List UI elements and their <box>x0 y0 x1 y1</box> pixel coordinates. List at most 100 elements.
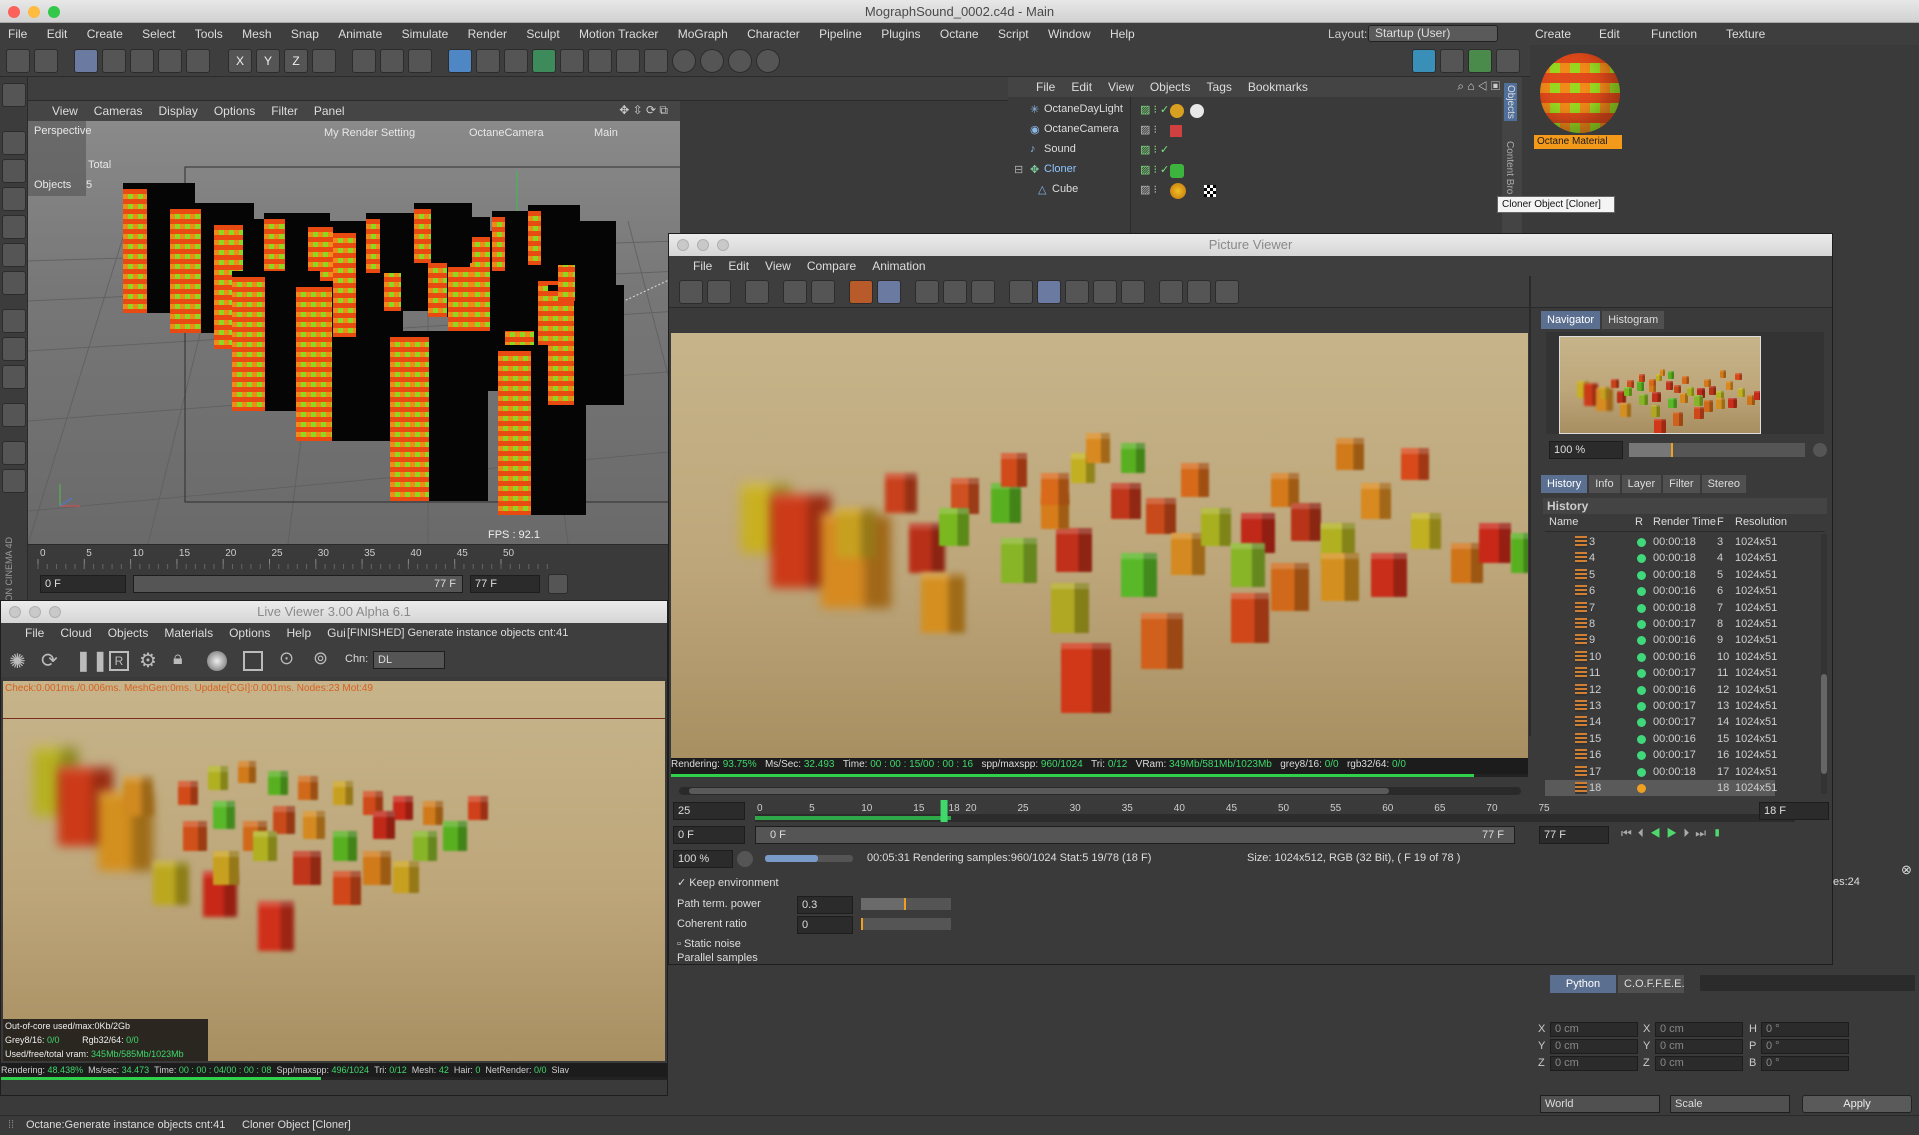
pv-range-slider[interactable]: 0 F 77 F <box>755 826 1515 844</box>
layout-save-icon[interactable] <box>1496 49 1520 73</box>
timeline-range-slider[interactable]: 77 F <box>133 575 463 593</box>
history-row[interactable]: 13 00:00:17 13 1024x51 <box>1545 698 1777 714</box>
pv-play-icon[interactable]: ▶ <box>1667 826 1684 840</box>
pv-last-frame-icon[interactable]: ⏭ <box>1695 826 1712 840</box>
lv-menu-help[interactable]: Help <box>278 623 319 643</box>
history-row[interactable]: 18 18 1024x51 <box>1545 780 1777 796</box>
lv-lock-icon[interactable]: 🔒︎ <box>173 648 183 669</box>
coordinate-field[interactable]: 0 cm <box>1655 1056 1743 1071</box>
objects-menu-view[interactable]: View <box>1100 77 1142 97</box>
pv-fps-field[interactable]: 25 <box>673 802 745 820</box>
pv-set-a-icon[interactable] <box>1093 280 1117 304</box>
lv-zoom-button[interactable] <box>49 606 61 618</box>
object-row-camera[interactable]: ◉ OctaneCamera ▨ ⁝ <box>1008 123 1502 141</box>
coordinate-field[interactable]: 0 cm <box>1550 1056 1638 1071</box>
pv-cleanup-icon[interactable] <box>971 280 995 304</box>
light-icon[interactable] <box>644 49 668 73</box>
history-row[interactable]: 3 00:00:18 3 1024x51 <box>1545 534 1777 550</box>
pv-end-field[interactable]: 77 F <box>1539 826 1609 844</box>
tab-filter[interactable]: Filter <box>1663 475 1700 493</box>
pv-split-icon[interactable] <box>1037 280 1061 304</box>
path-term-slider[interactable] <box>861 898 951 910</box>
navigator-zoom-slider[interactable] <box>1629 443 1805 457</box>
last-tool-icon[interactable] <box>186 49 210 73</box>
polygons-mode-icon[interactable] <box>2 271 26 295</box>
pv-region-icon[interactable] <box>783 280 807 304</box>
material-menu-texture[interactable]: Texture <box>1718 23 1773 45</box>
menu-octane[interactable]: Octane <box>932 23 987 45</box>
menu-create[interactable]: Create <box>79 23 131 45</box>
snap-toggle-icon[interactable] <box>2 365 26 389</box>
tab-python[interactable]: Python <box>1550 975 1616 993</box>
navigator-zoom-arrow-icon[interactable] <box>1813 443 1827 457</box>
col-f[interactable]: F <box>1717 516 1724 528</box>
object-visibility-icon[interactable]: ▨ ⁝ ✓ <box>1140 103 1169 116</box>
history-row[interactable]: 17 00:00:18 17 1024x51 <box>1545 764 1777 780</box>
col-resolution[interactable]: Resolution <box>1735 516 1787 528</box>
lv-restart-icon[interactable]: ⟳ <box>41 648 58 673</box>
menu-motion-tracker[interactable]: Motion Tracker <box>571 23 666 45</box>
coordinate-field[interactable]: 0 ° <box>1761 1022 1849 1037</box>
col-name[interactable]: Name <box>1549 516 1578 528</box>
pv-compare-icon[interactable] <box>1009 280 1033 304</box>
lv-menu-materials[interactable]: Materials <box>156 623 221 643</box>
undo-icon[interactable] <box>6 49 30 73</box>
pv-scroll-thumb[interactable] <box>689 788 1389 794</box>
history-scroll-thumb[interactable] <box>1821 674 1827 774</box>
attributes-close-icon[interactable]: ⊗ <box>1901 862 1912 878</box>
model-mode-icon[interactable] <box>2 131 26 155</box>
pv-layout-a-icon[interactable] <box>1159 280 1183 304</box>
pv-minimize-button[interactable] <box>697 239 709 251</box>
history-row[interactable]: 7 00:00:18 7 1024x51 <box>1545 600 1777 616</box>
viewport-menu-cameras[interactable]: Cameras <box>86 101 151 121</box>
axis-mode-icon[interactable] <box>2 309 26 333</box>
floor-icon[interactable] <box>588 49 612 73</box>
octane-sphere-icon[interactable] <box>672 49 696 73</box>
menu-help[interactable]: Help <box>1102 23 1143 45</box>
octane-environment-icon[interactable] <box>700 49 724 73</box>
navigator-zoom-field[interactable]: 100 % <box>1549 441 1623 459</box>
viewport-menu-display[interactable]: Display <box>150 101 205 121</box>
lock-workplane-icon[interactable] <box>2 469 26 493</box>
objects-menu-file[interactable]: File <box>1028 77 1063 97</box>
pv-zoom-arrow-icon[interactable] <box>737 851 753 867</box>
objects-menu-edit[interactable]: Edit <box>1063 77 1100 97</box>
history-row[interactable]: 16 00:00:17 16 1024x51 <box>1545 747 1777 763</box>
pv-menu-compare[interactable]: Compare <box>799 256 864 276</box>
tab-history[interactable]: History <box>1541 475 1588 493</box>
menu-file[interactable]: File <box>0 23 35 45</box>
tweak-mode-icon[interactable] <box>2 337 26 361</box>
menu-tools[interactable]: Tools <box>187 23 231 45</box>
path-term-field[interactable]: 0.3 <box>797 896 853 914</box>
texture-mode-icon[interactable] <box>2 159 26 183</box>
history-row[interactable]: 14 00:00:17 14 1024x51 <box>1545 714 1777 730</box>
lv-settings-gear-icon[interactable]: ⚙ <box>139 648 157 673</box>
menu-plugins[interactable]: Plugins <box>873 23 928 45</box>
tab-coffee[interactable]: C.O.F.F.E.E. <box>1618 975 1685 993</box>
pv-zoom-button[interactable] <box>717 239 729 251</box>
coordinate-field[interactable]: 0 ° <box>1761 1039 1849 1054</box>
cloner-icon[interactable] <box>532 49 556 73</box>
pv-current-frame-marker[interactable] <box>940 800 948 822</box>
pv-fullscreen-icon[interactable] <box>943 280 967 304</box>
cube-primitive-icon[interactable] <box>448 49 472 73</box>
subdivision-icon[interactable] <box>504 49 528 73</box>
y-axis-icon[interactable]: Y <box>256 49 280 73</box>
history-row[interactable]: 8 00:00:17 8 1024x51 <box>1545 616 1777 632</box>
objects-menu-tags[interactable]: Tags <box>1199 77 1240 97</box>
tab-navigator[interactable]: Navigator <box>1541 311 1601 329</box>
grid-icon[interactable] <box>2 441 26 465</box>
history-row[interactable]: 12 00:00:16 12 1024x51 <box>1545 682 1777 698</box>
tab-content-browser[interactable]: Content Bro <box>1504 141 1515 194</box>
keep-environment-checkbox[interactable]: ✓ Keep environment <box>677 876 779 889</box>
object-row-cube[interactable]: △ Cube ▨ ⁝ <box>1008 183 1502 201</box>
material-swatch[interactable]: Octane Material <box>1534 49 1622 155</box>
object-row-sound[interactable]: ♪ Sound ▨ ⁝ ✓ <box>1008 143 1502 161</box>
pv-render-image[interactable] <box>671 333 1528 758</box>
material-tag-icon[interactable] <box>1170 183 1186 199</box>
static-noise-checkbox[interactable]: ▫ Static noise <box>677 938 741 950</box>
lv-channel-select[interactable]: DL <box>373 651 445 669</box>
viewport-menu-view[interactable]: View <box>44 101 86 121</box>
objects-menu-objects[interactable]: Objects <box>1142 77 1199 97</box>
menu-character[interactable]: Character <box>739 23 808 45</box>
